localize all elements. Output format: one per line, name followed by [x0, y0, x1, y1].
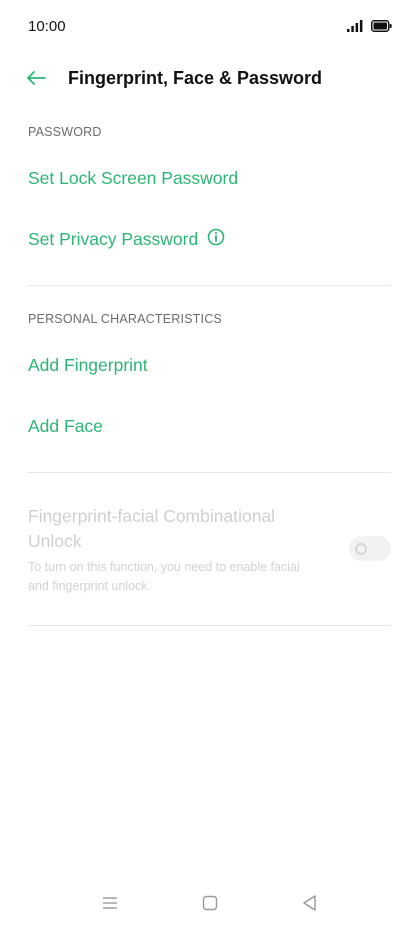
page-title: Fingerprint, Face & Password — [68, 68, 323, 88]
add-fingerprint-label: Add Fingerprint — [28, 355, 148, 375]
status-icons — [347, 19, 392, 37]
status-time: 10:00 — [28, 18, 66, 35]
back-arrow-icon — [25, 70, 47, 91]
combo-unlock-title: Fingerprint-facial Combinational Unlock — [28, 506, 276, 551]
nav-menu-button[interactable] — [96, 891, 124, 919]
set-lock-screen-password-item[interactable]: Set Lock Screen Password — [28, 168, 238, 189]
back-icon — [301, 894, 317, 917]
divider — [28, 472, 391, 473]
section-header-personal: PERSONAL CHARACTERISTICS — [28, 312, 222, 326]
combo-unlock-toggle[interactable] — [349, 536, 391, 561]
app-bar: Fingerprint, Face & Password — [0, 56, 419, 104]
set-privacy-password-item[interactable]: Set Privacy Password — [28, 228, 225, 251]
back-button[interactable] — [20, 66, 52, 94]
combo-unlock-description: To turn on this function, you need to en… — [28, 560, 300, 593]
nav-bar — [0, 879, 419, 931]
divider — [28, 625, 391, 626]
divider — [28, 285, 391, 286]
section-header-password: PASSWORD — [28, 125, 102, 139]
battery-icon — [371, 19, 392, 37]
menu-icon — [101, 896, 119, 915]
add-face-label: Add Face — [28, 416, 103, 436]
home-icon — [202, 895, 218, 916]
nav-back-button[interactable] — [295, 891, 323, 919]
add-face-item[interactable]: Add Face — [28, 416, 103, 437]
toggle-knob — [355, 543, 367, 555]
nav-home-button[interactable] — [196, 891, 224, 919]
info-icon[interactable] — [207, 228, 225, 251]
status-bar: 10:00 — [0, 0, 419, 56]
signal-icon — [347, 19, 363, 37]
set-lock-screen-password-label: Set Lock Screen Password — [28, 168, 239, 188]
add-fingerprint-item[interactable]: Add Fingerprint — [28, 355, 148, 376]
set-privacy-password-label: Set Privacy Password — [28, 229, 199, 249]
